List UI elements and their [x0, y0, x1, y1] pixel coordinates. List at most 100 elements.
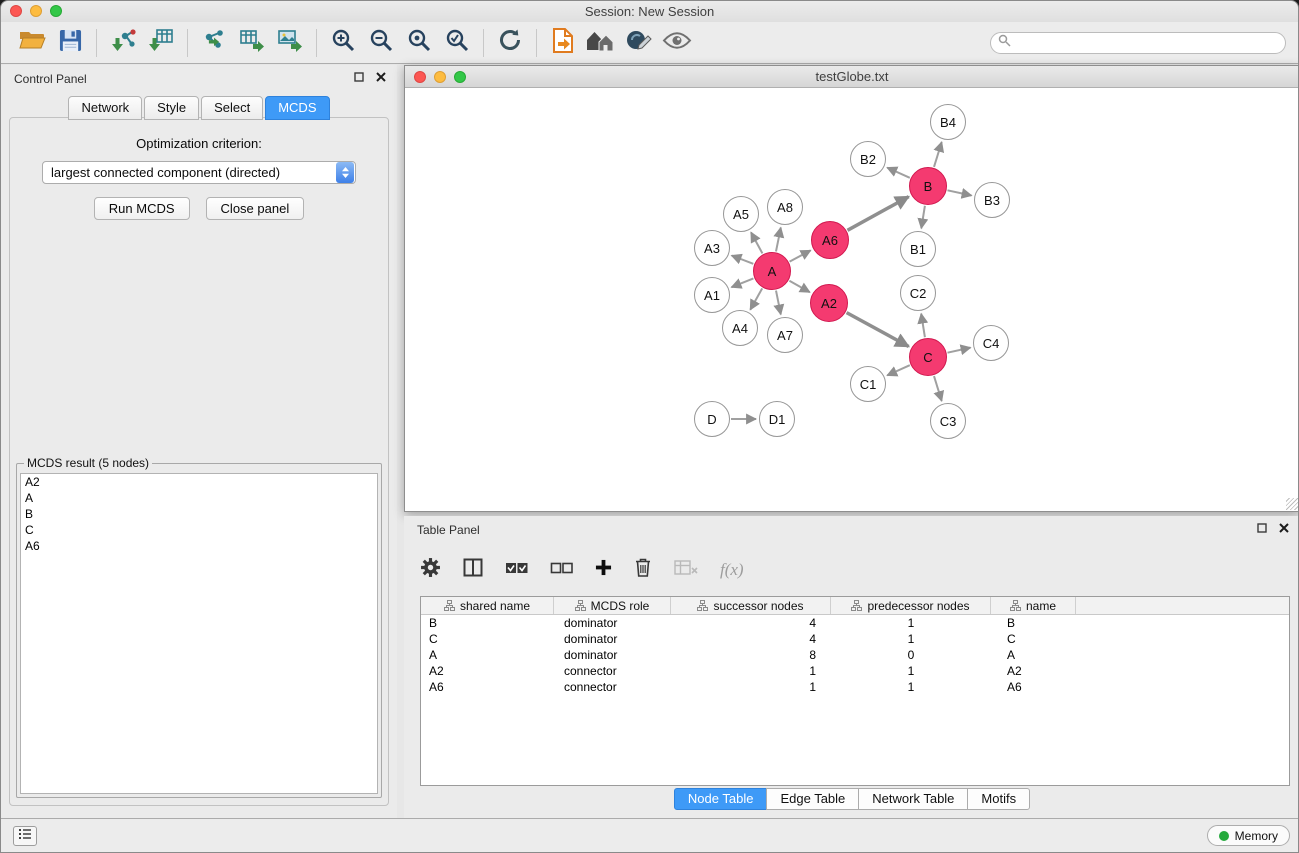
graph-node-A[interactable]: A	[753, 252, 791, 290]
save-session-button[interactable]	[51, 26, 89, 60]
memory-button[interactable]: Memory	[1207, 825, 1290, 846]
edge-B-B1[interactable]	[921, 206, 925, 229]
search-field[interactable]	[990, 32, 1286, 54]
import-network-button[interactable]	[104, 26, 142, 60]
table-row-B[interactable]: Bdominator41B	[421, 615, 1289, 631]
edge-A-A6[interactable]	[790, 250, 811, 261]
close-table-panel-button[interactable]	[1277, 522, 1290, 535]
mcds-result-list[interactable]: A2ABCA6	[20, 473, 378, 794]
cell-MCDS-role[interactable]: dominator	[554, 616, 671, 630]
search-input[interactable]	[1016, 36, 1278, 50]
graph-node-A3[interactable]: A3	[694, 230, 730, 266]
mcds-result-item-C[interactable]: C	[21, 522, 377, 538]
table-row-A6[interactable]: A6connector11A6	[421, 679, 1289, 695]
zoom-in-button[interactable]	[324, 26, 362, 60]
edge-C-C3[interactable]	[934, 376, 942, 401]
export-image-button[interactable]	[271, 26, 309, 60]
network-minimize-button[interactable]	[434, 71, 446, 83]
network-canvas[interactable]: B4B2BB3A5A8A6A3B1AA1C2A2A4A7CC4C1C3DD1	[405, 89, 1299, 511]
zoom-out-button[interactable]	[362, 26, 400, 60]
function-builder-button[interactable]: f(x)	[720, 560, 744, 580]
graph-node-A2[interactable]: A2	[810, 284, 848, 322]
edge-B-B3[interactable]	[948, 190, 972, 195]
cell-successor-nodes[interactable]: 4	[671, 616, 831, 630]
graph-node-C4[interactable]: C4	[973, 325, 1009, 361]
tab-network-table[interactable]: Network Table	[858, 788, 968, 810]
export-network-button[interactable]	[195, 26, 233, 60]
column-header-name[interactable]: name	[991, 597, 1076, 614]
edge-C-C1[interactable]	[887, 365, 910, 375]
cell-successor-nodes[interactable]: 4	[671, 632, 831, 646]
cell-predecessor-nodes[interactable]: 1	[831, 680, 991, 694]
zoom-selected-button[interactable]	[438, 26, 476, 60]
cell-successor-nodes[interactable]: 8	[671, 648, 831, 662]
zoom-fit-button[interactable]	[400, 26, 438, 60]
export-table-button[interactable]	[233, 26, 271, 60]
network-window-titlebar[interactable]: testGlobe.txt	[405, 66, 1299, 88]
edge-A-A4[interactable]	[750, 288, 762, 309]
column-header-successor-nodes[interactable]: successor nodes	[671, 597, 831, 614]
open-file-button[interactable]	[544, 26, 582, 60]
optimization-criterion-dropdown[interactable]: largest connected component (directed)	[42, 161, 356, 184]
style-apply-button[interactable]	[620, 26, 658, 60]
table-settings-button[interactable]	[420, 557, 441, 583]
cell-name[interactable]: B	[991, 616, 1076, 630]
graph-node-B[interactable]: B	[909, 167, 947, 205]
graph-node-B4[interactable]: B4	[930, 104, 966, 140]
edge-A-A2[interactable]	[789, 281, 809, 292]
refresh-button[interactable]	[491, 26, 529, 60]
add-column-button[interactable]	[595, 559, 612, 581]
close-panel-action-button[interactable]: Close panel	[206, 197, 305, 220]
graph-node-B3[interactable]: B3	[974, 182, 1010, 218]
table-row-A[interactable]: Adominator80A	[421, 647, 1289, 663]
app-titlebar[interactable]: Session: New Session	[1, 1, 1298, 22]
graph-node-C3[interactable]: C3	[930, 403, 966, 439]
graph-node-A1[interactable]: A1	[694, 277, 730, 313]
tab-motifs[interactable]: Motifs	[967, 788, 1030, 810]
tab-mcds[interactable]: MCDS	[265, 96, 329, 120]
cell-predecessor-nodes[interactable]: 1	[831, 616, 991, 630]
cell-successor-nodes[interactable]: 1	[671, 664, 831, 678]
mcds-result-item-A2[interactable]: A2	[21, 474, 377, 490]
cell-successor-nodes[interactable]: 1	[671, 680, 831, 694]
edge-A-A3[interactable]	[732, 256, 754, 264]
cell-shared-name[interactable]: B	[421, 616, 554, 630]
run-mcds-button[interactable]: Run MCDS	[94, 197, 190, 220]
graph-node-B2[interactable]: B2	[850, 141, 886, 177]
edge-A6-B[interactable]	[848, 197, 909, 231]
table-row-A2[interactable]: A2connector11A2	[421, 663, 1289, 679]
graph-node-A6[interactable]: A6	[811, 221, 849, 259]
deselect-all-button[interactable]	[550, 561, 573, 579]
graph-node-C1[interactable]: C1	[850, 366, 886, 402]
tab-node-table[interactable]: Node Table	[674, 788, 768, 810]
cell-shared-name[interactable]: A	[421, 648, 554, 662]
tab-select[interactable]: Select	[201, 96, 263, 120]
network-close-button[interactable]	[414, 71, 426, 83]
column-header-shared-name[interactable]: shared name	[421, 597, 554, 614]
task-history-button[interactable]	[13, 826, 37, 846]
open-session-button[interactable]	[13, 26, 51, 60]
edge-C-C2[interactable]	[921, 314, 925, 338]
cell-shared-name[interactable]: A2	[421, 664, 554, 678]
graph-node-A4[interactable]: A4	[722, 310, 758, 346]
cell-predecessor-nodes[interactable]: 0	[831, 648, 991, 662]
cell-MCDS-role[interactable]: connector	[554, 680, 671, 694]
graph-node-A8[interactable]: A8	[767, 189, 803, 225]
cell-shared-name[interactable]: C	[421, 632, 554, 646]
tab-edge-table[interactable]: Edge Table	[766, 788, 859, 810]
edge-A-A1[interactable]	[732, 278, 754, 287]
cell-name[interactable]: A6	[991, 680, 1076, 694]
edge-C-C4[interactable]	[948, 348, 971, 353]
edge-A-A7[interactable]	[776, 291, 781, 315]
column-header-predecessor-nodes[interactable]: predecessor nodes	[831, 597, 991, 614]
graph-node-C2[interactable]: C2	[900, 275, 936, 311]
graph-node-A5[interactable]: A5	[723, 196, 759, 232]
edge-A2-C[interactable]	[847, 313, 909, 347]
mcds-result-item-B[interactable]: B	[21, 506, 377, 522]
close-panel-button[interactable]	[374, 71, 387, 84]
cell-name[interactable]: C	[991, 632, 1076, 646]
float-panel-button[interactable]	[352, 71, 365, 84]
close-window-button[interactable]	[10, 5, 22, 17]
cell-MCDS-role[interactable]: dominator	[554, 648, 671, 662]
edge-A-A5[interactable]	[751, 232, 762, 253]
